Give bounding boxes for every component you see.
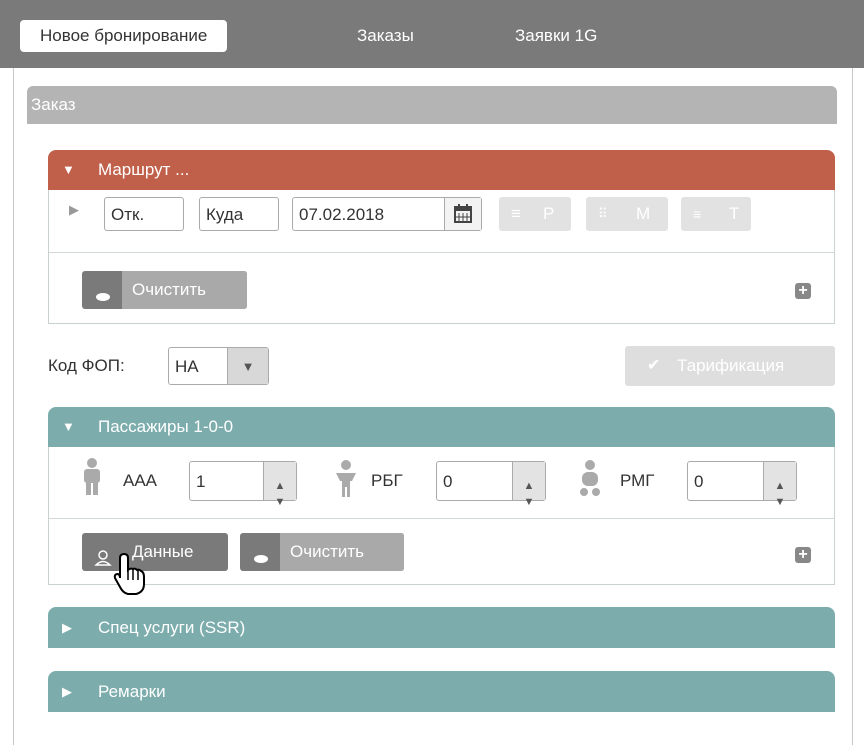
chevron-down-icon: ▼ xyxy=(227,348,268,384)
infant-icon xyxy=(576,459,604,504)
fop-value: НА xyxy=(175,357,199,376)
hand-cursor-icon xyxy=(112,552,148,601)
infant-count-value: 0 xyxy=(694,472,704,491)
eraser-icon xyxy=(252,543,270,563)
caret-down-icon: ▼ xyxy=(62,162,75,177)
passengers-title: Пассажиры 1-0-0 xyxy=(98,417,234,436)
child-count-value: 0 xyxy=(443,472,453,491)
ssr-section: ▶ Спец услуги (SSR) xyxy=(48,607,835,648)
calendar-icon[interactable] xyxy=(444,198,481,230)
fop-label: Код ФОП: xyxy=(48,356,125,375)
tab-orders[interactable]: Заказы xyxy=(357,20,414,52)
tarification-label: Тарификация xyxy=(677,356,785,375)
t-button[interactable]: ≡ T xyxy=(681,197,751,231)
route-clear-label: Очистить xyxy=(132,280,207,299)
ssr-title: Спец услуги (SSR) xyxy=(98,618,246,637)
from-input[interactable]: Отк. xyxy=(104,197,184,231)
infant-stepper-arrows[interactable]: ▲ ▼ xyxy=(763,462,796,508)
caret-right-icon: ▶ xyxy=(62,620,72,635)
t-button-label: T xyxy=(729,204,740,223)
divider xyxy=(49,252,834,253)
date-value: 07.02.2018 xyxy=(299,205,385,224)
route-body: ▶ Отк. Куда 07.02.2018 ≡ P ⠿ M ≡ T Очист… xyxy=(48,190,835,324)
tariff-list-icon: ≡ xyxy=(693,206,702,222)
date-input[interactable]: 07.02.2018 xyxy=(292,197,482,231)
passengers-body: AAA 1 ▲ ▼ РБГ 0 ▲ ▼ РМГ 0 ▲ ▼ Данные Очи… xyxy=(48,447,835,595)
grid-icon: ⠿ xyxy=(598,206,608,221)
infant-count-stepper[interactable]: 0 ▲ ▼ xyxy=(687,461,797,508)
list-icon: ≡ xyxy=(511,204,521,223)
passengers-clear-button[interactable]: Очистить xyxy=(240,533,404,571)
to-input[interactable]: Куда xyxy=(199,197,279,231)
tarification-button[interactable]: ✔ Тарификация xyxy=(625,346,835,386)
ssr-header[interactable]: ▶ Спец услуги (SSR) xyxy=(48,607,835,648)
add-passenger-icon[interactable]: + xyxy=(795,547,811,563)
adult-icon xyxy=(79,457,105,502)
route-title: Маршрут ... xyxy=(98,160,190,179)
adult-count-value: 1 xyxy=(196,472,206,491)
route-section: ▼ Маршрут ... ▶ Отк. Куда 07.02.2018 ≡ P… xyxy=(48,150,835,324)
infant-label: РМГ xyxy=(620,471,655,490)
child-stepper-arrows[interactable]: ▲ ▼ xyxy=(512,462,545,508)
user-icon xyxy=(94,543,112,566)
caret-right-icon: ▶ xyxy=(62,684,72,699)
route-clear-button[interactable]: Очистить xyxy=(82,271,247,309)
passenger-data-button[interactable]: Данные xyxy=(82,533,228,571)
m-button-label: M xyxy=(636,204,651,223)
expand-row-icon[interactable]: ▶ xyxy=(69,202,79,218)
adult-count-stepper[interactable]: 1 ▲ ▼ xyxy=(189,461,297,508)
child-icon xyxy=(332,459,360,504)
passengers-clear-label: Очистить xyxy=(290,542,365,561)
order-panel-title-text: Заказ xyxy=(31,95,76,114)
passengers-header[interactable]: ▼ Пассажиры 1-0-0 xyxy=(48,407,835,447)
add-route-icon[interactable]: + xyxy=(795,283,811,299)
adult-stepper-arrows[interactable]: ▲ ▼ xyxy=(263,462,296,508)
adult-label: AAA xyxy=(123,471,158,490)
route-header[interactable]: ▼ Маршрут ... xyxy=(48,150,835,190)
remarks-header[interactable]: ▶ Ремарки xyxy=(48,671,835,712)
remarks-title: Ремарки xyxy=(98,682,166,701)
p-button[interactable]: ≡ P xyxy=(499,197,571,231)
check-icon: ✔ xyxy=(647,357,661,374)
remarks-section: ▶ Ремарки xyxy=(48,671,835,712)
eraser-icon xyxy=(94,281,112,301)
divider xyxy=(49,518,834,519)
tab-requests-1g[interactable]: Заявки 1G xyxy=(515,20,597,52)
caret-down-icon: ▼ xyxy=(62,419,75,434)
top-tab-bar: Новое бронирование Заказы Заявки 1G xyxy=(0,0,864,68)
p-button-label: P xyxy=(543,204,555,223)
passengers-section: ▼ Пассажиры 1-0-0 AAA 1 ▲ ▼ РБГ 0 ▲ ▼ РМГ … xyxy=(48,407,835,595)
order-panel-title: Заказ xyxy=(27,86,837,124)
m-button[interactable]: ⠿ M xyxy=(586,197,668,231)
child-count-stepper[interactable]: 0 ▲ ▼ xyxy=(436,461,546,508)
tab-new-booking[interactable]: Новое бронирование xyxy=(20,20,228,52)
child-label: РБГ xyxy=(371,471,403,490)
fop-select[interactable]: НА ▼ xyxy=(168,347,269,385)
